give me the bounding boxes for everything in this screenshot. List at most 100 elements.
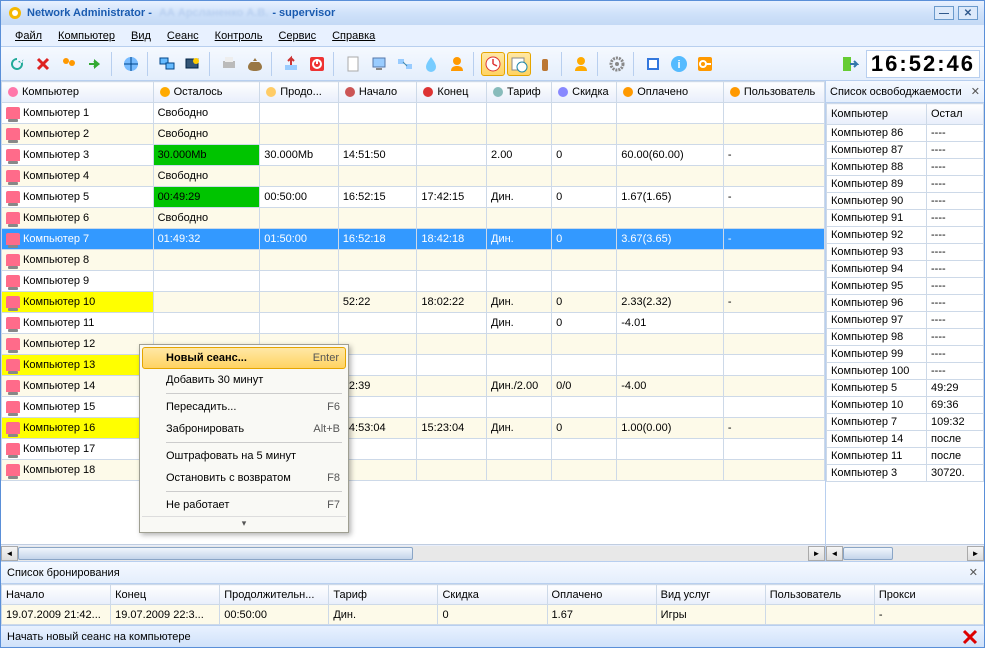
table-row[interactable]: Компьютер 701:49:3201:50:0016:52:1818:42…: [2, 229, 825, 250]
table-row[interactable]: Компьютер 8: [2, 250, 825, 271]
monitor-moon-icon[interactable]: [181, 52, 205, 76]
table-row[interactable]: Компьютер 330.000Mb30.000Mb14:51:502.000…: [2, 145, 825, 166]
scroll-thumb[interactable]: [18, 547, 413, 560]
list-item[interactable]: Компьютер 89----: [827, 176, 984, 193]
col-2[interactable]: Продо...: [260, 82, 339, 103]
minimize-button[interactable]: —: [934, 6, 954, 20]
col-0[interactable]: Компьютер: [2, 82, 154, 103]
bk-col[interactable]: Тариф: [329, 585, 438, 605]
scroll-left-icon[interactable]: ◄: [1, 546, 18, 561]
list-item[interactable]: Компьютер 86----: [827, 125, 984, 142]
table-row[interactable]: Компьютер 9: [2, 271, 825, 292]
list-item[interactable]: Компьютер 99----: [827, 346, 984, 363]
list-item[interactable]: Компьютер 92----: [827, 227, 984, 244]
list-item[interactable]: Компьютер 330720.: [827, 465, 984, 482]
list-item[interactable]: Компьютер 95----: [827, 278, 984, 295]
table-row[interactable]: Компьютер 500:49:2900:50:0016:52:1517:42…: [2, 187, 825, 208]
main-grid[interactable]: КомпьютерОсталосьПродо...НачалоКонецТари…: [1, 81, 825, 544]
power-icon[interactable]: [305, 52, 329, 76]
ctx-item[interactable]: Оштрафовать на 5 минут: [142, 445, 346, 467]
list-item[interactable]: Компьютер 100----: [827, 363, 984, 380]
menu-session[interactable]: Сеанс: [159, 28, 207, 44]
bottle-icon[interactable]: [533, 52, 557, 76]
bk-col[interactable]: Прокси: [874, 585, 983, 605]
exit-icon[interactable]: [838, 52, 862, 76]
side-scroll-right-icon[interactable]: ►: [967, 546, 984, 561]
bk-col[interactable]: Продолжительн...: [220, 585, 329, 605]
list-item[interactable]: Компьютер 1069:36: [827, 397, 984, 414]
calendar-clock-icon[interactable]: [507, 52, 531, 76]
bk-col[interactable]: Начало: [2, 585, 111, 605]
info-icon[interactable]: i: [667, 52, 691, 76]
gear-icon[interactable]: [605, 52, 629, 76]
ctx-item[interactable]: Пересадить...F6: [142, 396, 346, 418]
list-item[interactable]: Компьютер 98----: [827, 329, 984, 346]
col-4[interactable]: Конец: [417, 82, 487, 103]
table-row[interactable]: Компьютер 1052:2218:02:22Дин.02.33(2.32)…: [2, 292, 825, 313]
list-item[interactable]: Компьютер 94----: [827, 261, 984, 278]
drop-icon[interactable]: [419, 52, 443, 76]
book-icon[interactable]: [641, 52, 665, 76]
list-item[interactable]: Компьютер 87----: [827, 142, 984, 159]
booking-close-icon[interactable]: ✕: [969, 566, 978, 579]
menu-help[interactable]: Справка: [324, 28, 383, 44]
globe-icon[interactable]: [119, 52, 143, 76]
table-row[interactable]: Компьютер 1Свободно: [2, 103, 825, 124]
ctx-item[interactable]: Новый сеанс...Enter: [142, 347, 346, 369]
list-item[interactable]: Компьютер 11после: [827, 448, 984, 465]
ctx-item[interactable]: Добавить 30 минут: [142, 369, 346, 391]
close-button[interactable]: ✕: [958, 6, 978, 20]
table-row[interactable]: Компьютер 6Свободно: [2, 208, 825, 229]
side-scroll-thumb[interactable]: [843, 547, 893, 560]
table-row[interactable]: Компьютер 17Свободно: [2, 439, 825, 460]
list-item[interactable]: Компьютер 7109:32: [827, 414, 984, 431]
menu-service[interactable]: Сервис: [270, 28, 324, 44]
sp-col-remain[interactable]: Остал: [927, 104, 984, 125]
menu-file[interactable]: Файл: [7, 28, 50, 44]
upload-icon[interactable]: [279, 52, 303, 76]
table-row[interactable]: Компьютер 2Свободно: [2, 124, 825, 145]
bk-col[interactable]: Оплачено: [547, 585, 656, 605]
side-scroll-left-icon[interactable]: ◄: [826, 546, 843, 561]
user-icon[interactable]: [445, 52, 469, 76]
menu-view[interactable]: Вид: [123, 28, 159, 44]
scroll-right-icon[interactable]: ►: [808, 546, 825, 561]
table-row[interactable]: Компьютер 18Свободно: [2, 460, 825, 481]
status-close-icon[interactable]: [962, 629, 978, 645]
list-item[interactable]: Компьютер 96----: [827, 295, 984, 312]
list-item[interactable]: Компьютер 97----: [827, 312, 984, 329]
user-orange-icon[interactable]: [569, 52, 593, 76]
list-item[interactable]: Компьютер 91----: [827, 210, 984, 227]
table-row[interactable]: Компьютер 13: [2, 355, 825, 376]
col-6[interactable]: Скидка: [552, 82, 617, 103]
bk-col[interactable]: Конец: [111, 585, 220, 605]
delete-icon[interactable]: [31, 52, 55, 76]
table-row[interactable]: Компьютер 15: [2, 397, 825, 418]
print-icon[interactable]: [217, 52, 241, 76]
doc-icon[interactable]: [341, 52, 365, 76]
forward-icon[interactable]: [83, 52, 107, 76]
menu-computer[interactable]: Компьютер: [50, 28, 123, 44]
bk-col[interactable]: Пользователь: [765, 585, 874, 605]
ctx-expand-icon[interactable]: ▾: [142, 516, 346, 530]
col-7[interactable]: Оплачено: [617, 82, 724, 103]
table-row[interactable]: Компьютер 1452:39Дин./2.000/0-4.00: [2, 376, 825, 397]
menu-control[interactable]: Контроль: [207, 28, 271, 44]
list-item[interactable]: Компьютер 93----: [827, 244, 984, 261]
table-row[interactable]: Компьютер 16Время вышло00:30:0014:53:041…: [2, 418, 825, 439]
table-row[interactable]: Компьютер 4Свободно: [2, 166, 825, 187]
bk-col[interactable]: Вид услуг: [656, 585, 765, 605]
list-item[interactable]: Компьютер 88----: [827, 159, 984, 176]
table-row[interactable]: Компьютер 12: [2, 334, 825, 355]
refresh-icon[interactable]: [5, 52, 29, 76]
computer-icon[interactable]: [367, 52, 391, 76]
side-h-scrollbar[interactable]: ◄ ►: [826, 544, 984, 561]
list-item[interactable]: Компьютер 14после: [827, 431, 984, 448]
col-1[interactable]: Осталось: [153, 82, 260, 103]
col-3[interactable]: Начало: [338, 82, 417, 103]
clock-orange-icon[interactable]: [481, 52, 505, 76]
users-icon[interactable]: [57, 52, 81, 76]
ctx-item[interactable]: ЗабронироватьAlt+B: [142, 418, 346, 440]
col-8[interactable]: Пользователь: [723, 82, 824, 103]
sp-col-computer[interactable]: Компьютер: [827, 104, 927, 125]
